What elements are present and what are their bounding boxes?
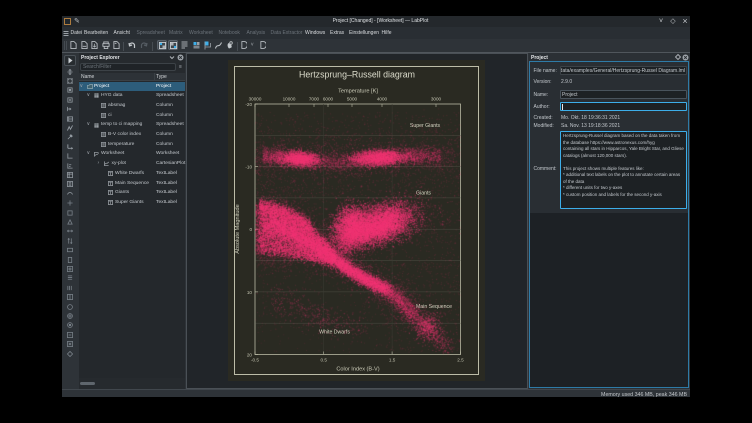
- svg-text:4000: 4000: [377, 97, 388, 102]
- svg-text:10000: 10000: [283, 97, 296, 102]
- svg-text:-10: -10: [245, 165, 252, 170]
- svg-text:Absolute Magnitude: Absolute Magnitude: [235, 204, 241, 253]
- svg-text:3000: 3000: [431, 97, 442, 102]
- svg-text:0.5: 0.5: [321, 358, 328, 363]
- svg-text:-20: -20: [245, 102, 252, 107]
- svg-text:Temperature [K]: Temperature [K]: [338, 89, 378, 95]
- svg-text:Color Index (B-V): Color Index (B-V): [336, 367, 379, 373]
- svg-text:30000: 30000: [249, 97, 262, 102]
- svg-text:2.5: 2.5: [457, 358, 464, 363]
- svg-text:6000: 6000: [323, 97, 334, 102]
- svg-text:7000: 7000: [309, 97, 320, 102]
- svg-text:1.5: 1.5: [389, 358, 396, 363]
- svg-text:5000: 5000: [347, 97, 358, 102]
- svg-text:0: 0: [249, 227, 252, 232]
- svg-text:10: 10: [247, 290, 253, 295]
- svg-text:-0.5: -0.5: [251, 358, 259, 363]
- svg-text:Hertzsprung–Russell diagram: Hertzsprung–Russell diagram: [299, 70, 415, 80]
